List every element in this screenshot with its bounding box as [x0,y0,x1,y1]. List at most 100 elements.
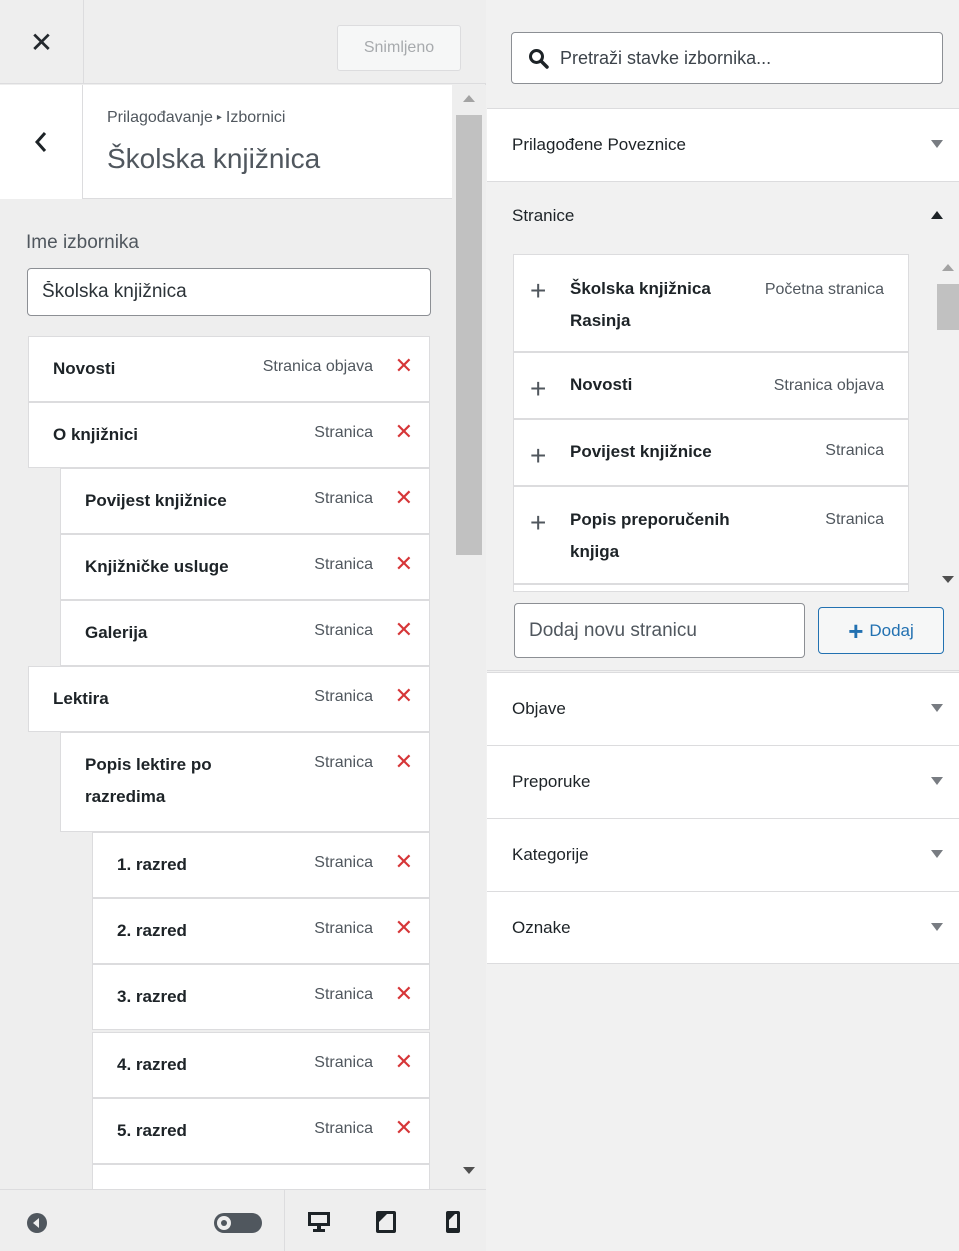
list-item[interactable]: + Novosti Stranica objava [514,353,908,420]
menu-item-type: Stranica [314,854,373,871]
delete-icon[interactable]: ✕ [395,485,413,511]
chevron-left-icon [34,132,47,152]
page-item-type: Stranica [825,442,884,459]
scrollbar-thumb[interactable] [937,284,959,330]
menu-item-type: Stranica [314,986,373,1003]
page-item-title: Novosti [570,375,633,394]
menu-item[interactable]: 1. razred Stranica ✕ [92,832,430,898]
toggle-icon[interactable] [214,1213,262,1233]
collapse-sidebar-icon[interactable] [26,1212,48,1234]
delete-icon[interactable]: ✕ [395,749,413,775]
menu-item-title: Lektira [53,689,109,708]
plus-icon: + [530,275,547,306]
menu-item-title: 1. razred [117,855,187,874]
scroll-down-icon[interactable] [942,576,954,583]
search-input[interactable] [560,33,936,83]
section-categories[interactable]: Kategorije [487,818,959,891]
menu-item[interactable]: 2. razred Stranica ✕ [92,898,430,964]
page-item-title-line1: Školska knjižnica [570,279,711,298]
section-title[interactable]: Stranice [512,206,574,226]
section-recommendations[interactable]: Preporuke [487,745,959,818]
menu-item[interactable]: 3. razred Stranica ✕ [92,964,430,1030]
customizer-sidebar: ✕ Snimljeno Prilagođavanje ▸ Izbornici Ško… [0,0,486,1251]
section-tags[interactable]: Oznake [487,891,959,964]
menu-item-type: Stranica [314,688,373,705]
chevron-down-icon [931,704,943,712]
menu-item-title: O knjižnici [53,425,139,444]
pages-list: + Školska knjižnica Rasinja Početna stran… [513,254,909,592]
delete-icon[interactable]: ✕ [395,551,413,577]
chevron-down-icon [931,923,943,931]
available-items-panel: Prilagođene Poveznice Stranice + Školska… [487,0,959,1251]
section-title: Prilagođene Poveznice [512,135,686,154]
back-button[interactable] [0,85,83,199]
add-button-label: Dodaj [869,620,914,640]
menu-item[interactable]: Povijest knjižnice Stranica ✕ [60,468,430,534]
menu-item[interactable]: 4. razred Stranica ✕ [92,1032,430,1098]
list-item[interactable]: + Školska knjižnica Rasinja Početna stran… [514,255,908,353]
page-item-title-line2: knjiga [570,542,620,561]
section-header: Prilagođavanje ▸ Izbornici Školska knjižni… [0,85,452,199]
section-posts[interactable]: Objave [487,672,959,745]
scrollbar[interactable] [937,258,959,588]
chevron-up-icon[interactable] [931,211,943,219]
menu-item-title: 2. razred [117,921,187,940]
search-icon [529,49,549,69]
menu-item-type: Stranica [314,556,373,573]
delete-icon[interactable]: ✕ [395,617,413,643]
menu-item[interactable]: Knjižničke usluge Stranica ✕ [60,534,430,600]
page-item-title-line2: Rasinja [570,311,631,330]
breadcrumb: Prilagođavanje ▸ Izbornici [107,109,285,127]
section-pages: Stranice + Školska knjižnica Rasinja Poče… [487,181,959,671]
menu-item-type: Stranica [314,622,373,639]
delete-icon[interactable]: ✕ [395,849,413,875]
scroll-up-icon[interactable] [463,95,475,102]
close-icon[interactable]: ✕ [0,0,84,84]
menu-item-title: Povijest knjižnice [85,491,227,510]
menu-item-type: Stranica [314,920,373,937]
menu-item-title: Galerija [85,623,148,642]
tablet-preview-icon[interactable] [375,1210,397,1234]
menu-item[interactable]: 5. razred Stranica ✕ [92,1098,430,1164]
plus-icon: + [530,440,547,471]
saved-button[interactable]: Snimljeno [337,25,461,71]
menu-name-input[interactable] [27,268,431,316]
menu-item[interactable]: Novosti Stranica objava ✕ [28,336,430,402]
menu-item[interactable] [92,1164,430,1189]
mobile-preview-icon[interactable] [445,1210,461,1234]
menu-item-title: Popis lektire po razredima [85,749,212,813]
add-page-button[interactable]: + Dodaj [818,607,944,654]
desktop-preview-icon[interactable] [307,1211,331,1233]
page-item-type: Stranica [825,511,884,528]
delete-icon[interactable]: ✕ [395,915,413,941]
menu-item[interactable]: Lektira Stranica ✕ [28,666,430,732]
scroll-up-icon[interactable] [942,264,954,271]
page-item-title: Popis preporučenih knjiga [570,504,730,568]
list-item[interactable]: + Popis preporučenih knjiga Stranica [514,487,908,585]
delete-icon[interactable]: ✕ [395,1049,413,1075]
customizer-footer [0,1189,486,1251]
menu-item-type: Stranica [314,424,373,441]
scrollbar-thumb[interactable] [456,115,482,555]
menu-item[interactable]: Popis lektire po razredima Stranica ✕ [60,732,430,832]
section-title: Oznake [512,918,571,937]
menu-item[interactable]: O knjižnici Stranica ✕ [28,402,430,468]
list-item[interactable]: + Povijest knjižnice Stranica [514,420,908,487]
scrollbar[interactable] [452,85,486,1189]
new-page-input[interactable] [514,603,805,658]
page-item-title: Školska knjižnica Rasinja [570,273,711,337]
search-box[interactable] [511,32,943,84]
menu-item-type: Stranica [314,1054,373,1071]
section-custom-links[interactable]: Prilagođene Poveznice [487,108,959,181]
delete-icon[interactable]: ✕ [395,981,413,1007]
delete-icon[interactable]: ✕ [395,353,413,379]
scroll-down-icon[interactable] [463,1167,475,1174]
menu-item[interactable]: Galerija Stranica ✕ [60,600,430,666]
delete-icon[interactable]: ✕ [395,1115,413,1141]
delete-icon[interactable]: ✕ [395,683,413,709]
breadcrumb-separator: ▸ [216,112,222,123]
menu-item-title: 3. razred [117,987,187,1006]
menu-name-label: Ime izbornika [26,232,139,253]
page-item-title: Povijest knjižnice [570,442,712,461]
delete-icon[interactable]: ✕ [395,419,413,445]
